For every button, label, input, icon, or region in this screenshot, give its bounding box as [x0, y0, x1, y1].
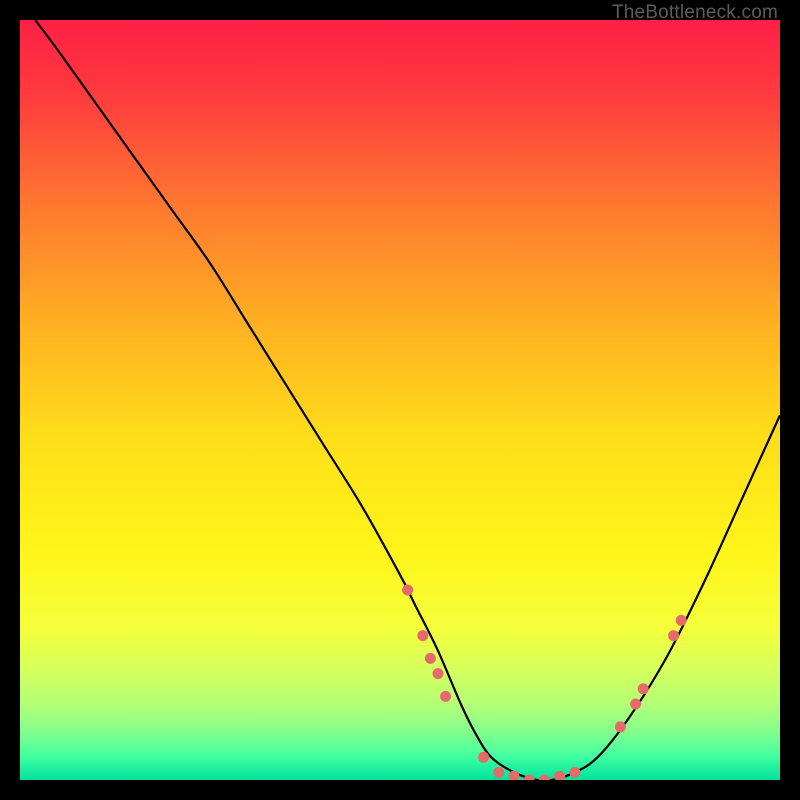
scatter-point — [676, 615, 687, 626]
scatter-point — [440, 691, 451, 702]
scatter-point — [425, 653, 436, 664]
scatter-point — [539, 775, 550, 781]
highlight-points — [402, 585, 687, 781]
scatter-point — [554, 771, 565, 780]
bottleneck-curve — [35, 20, 780, 780]
chart-frame: TheBottleneck.com — [0, 0, 800, 800]
scatter-point — [630, 699, 641, 710]
scatter-point — [493, 767, 504, 778]
scatter-point — [417, 630, 428, 641]
curve-layer — [20, 20, 780, 780]
scatter-point — [478, 752, 489, 763]
scatter-point — [668, 630, 679, 641]
scatter-point — [402, 585, 413, 596]
plot-area — [20, 20, 780, 780]
scatter-point — [433, 668, 444, 679]
scatter-point — [509, 771, 520, 780]
scatter-point — [638, 683, 649, 694]
scatter-point — [524, 775, 535, 781]
scatter-point — [615, 721, 626, 732]
scatter-point — [569, 767, 580, 778]
